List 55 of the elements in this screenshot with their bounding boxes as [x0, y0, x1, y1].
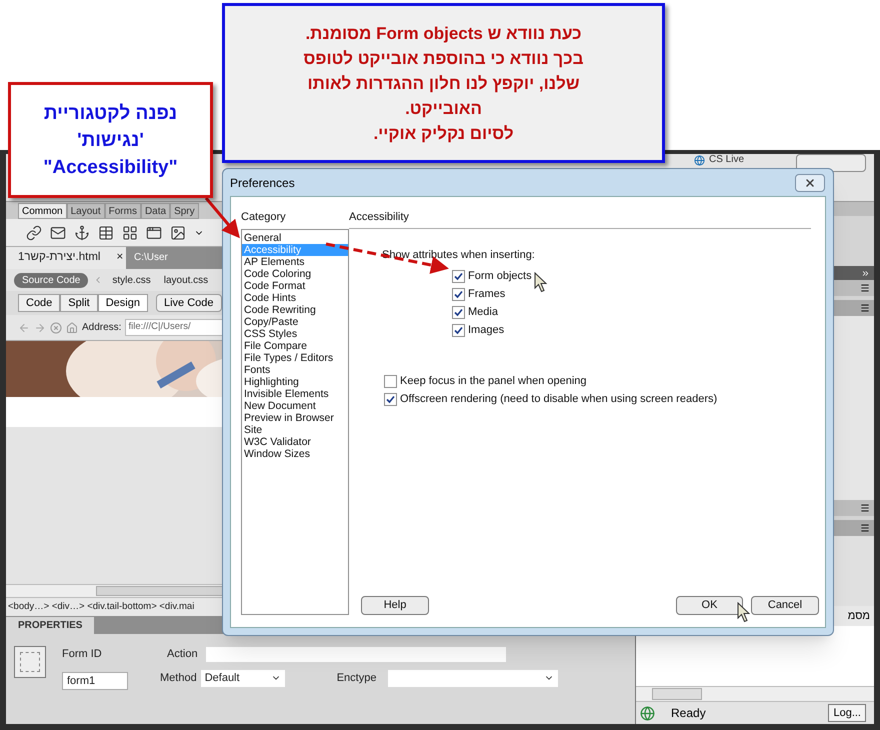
category-item[interactable]: W3C Validator: [242, 436, 348, 448]
checkbox-label: Images: [468, 323, 504, 338]
category-item[interactable]: Site: [242, 424, 348, 436]
category-item[interactable]: File Compare: [242, 340, 348, 352]
ok-button[interactable]: OK: [676, 596, 743, 615]
category-item[interactable]: File Types / Editors: [242, 352, 348, 364]
instruction-text: כעת נוודא ש Form objects מסומנת. בכך נוודא כי בהוספת אובייקט לטופס שלנו, יוקפץ לנו חלון ההגדרות לאותו האובייקט. לסיום נקליק אוקיי.: [304, 22, 584, 144]
category-item[interactable]: Code Hints: [242, 292, 348, 304]
address-label: Address:: [82, 321, 122, 335]
category-item[interactable]: Preview in Browser: [242, 412, 348, 424]
category-item[interactable]: Invisible Elements: [242, 388, 348, 400]
category-item[interactable]: Code Coloring: [242, 268, 348, 280]
checkbox-label: Offscreen rendering (need to disable when using screen readers): [400, 392, 718, 408]
checkbox-label: Form objects: [468, 269, 532, 284]
insert-tab[interactable]: Forms: [104, 203, 141, 219]
method-dropdown[interactable]: Default: [200, 670, 285, 686]
help-button[interactable]: Help: [361, 596, 429, 615]
view-button[interactable]: Design: [98, 294, 148, 312]
category-item[interactable]: Fonts: [242, 364, 348, 376]
field-label: Enctype: [336, 670, 376, 686]
cs-live-label[interactable]: CS Live: [694, 154, 744, 166]
insert-tab[interactable]: Data: [140, 203, 170, 219]
related-file[interactable]: style.css: [108, 272, 155, 288]
dialog-title: Preferences: [230, 174, 295, 192]
field-label: Method: [160, 670, 197, 686]
category-item[interactable]: AP Elements: [242, 256, 348, 268]
view-button[interactable]: Code: [18, 294, 60, 312]
cancel-button[interactable]: Cancel: [751, 596, 819, 615]
category-item[interactable]: Code Format: [242, 280, 348, 292]
view-button[interactable]: Split: [60, 294, 98, 312]
properties-tab[interactable]: PROPERTIES: [6, 617, 94, 634]
checkbox-label: Keep focus in the panel when opening: [400, 374, 587, 390]
field-label: Action: [167, 647, 198, 662]
insert-tab[interactable]: Common: [18, 203, 67, 219]
category-item[interactable]: New Document: [242, 400, 348, 412]
form-id-field[interactable]: form1: [62, 672, 128, 690]
category-item[interactable]: Code Rewriting: [242, 304, 348, 316]
related-file[interactable]: layout.css: [160, 272, 212, 288]
section-title: Accessibility: [349, 209, 811, 228]
checkbox-label: Frames: [468, 287, 506, 302]
insert-tab[interactable]: Layout: [66, 203, 105, 219]
related-file[interactable]: Source Code: [14, 272, 88, 288]
document-tab[interactable]: יצירת-קשר1.html ×: [6, 247, 126, 269]
file-path: C:\User: [134, 251, 168, 265]
category-item[interactable]: General: [242, 232, 348, 244]
status-text: Ready: [671, 705, 706, 722]
checkbox-label: Media: [468, 305, 498, 320]
category-item[interactable]: Highlighting: [242, 376, 348, 388]
insert-tab[interactable]: Spry: [170, 203, 199, 219]
category-item[interactable]: Window Sizes: [242, 448, 348, 460]
close-tab-button[interactable]: ×: [116, 249, 124, 267]
view-button[interactable]: Live Code: [156, 294, 222, 312]
category-label: Category: [241, 210, 287, 225]
log-button[interactable]: Log...: [828, 704, 866, 722]
field-label: Form ID: [62, 647, 103, 662]
